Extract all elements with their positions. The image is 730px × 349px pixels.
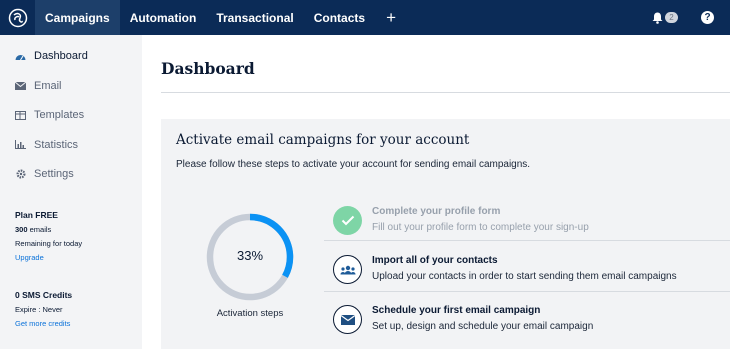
sms-expire: Expire : Never <box>15 305 63 314</box>
top-right-actions: 2 ? <box>652 0 730 35</box>
sms-credits-title: 0 SMS Credits <box>15 290 73 300</box>
step-import-contacts[interactable]: Import all of your contacts Upload your … <box>324 245 730 295</box>
plan-info: Plan FREE 300 emails Remaining for today… <box>15 210 135 262</box>
get-more-credits-link[interactable]: Get more credits <box>15 319 135 328</box>
check-icon <box>333 206 362 235</box>
sidebar-item-label: Email <box>34 79 62 92</box>
step-title: Schedule your first email campaign <box>372 305 541 316</box>
sidebar-item-templates[interactable]: Templates <box>0 101 142 131</box>
envelope-icon <box>15 80 26 91</box>
sidebar-item-label: Dashboard <box>34 50 88 63</box>
add-button[interactable]: + <box>375 0 407 35</box>
notification-count-badge: 2 <box>665 12 678 23</box>
nav-transactional[interactable]: Transactional <box>206 0 303 35</box>
sms-info: 0 SMS Credits Expire : Never Get more cr… <box>15 290 135 328</box>
dashboard-icon <box>15 51 26 62</box>
plan-emails: 300 emails <box>15 225 52 234</box>
step-desc: Set up, design and schedule your email c… <box>372 321 594 332</box>
divider <box>161 92 730 93</box>
plan-remaining: Remaining for today <box>15 239 83 248</box>
card-title: Activate email campaigns for your accoun… <box>176 132 470 148</box>
help-icon[interactable]: ? <box>701 11 714 24</box>
sidebar-item-settings[interactable]: Settings <box>0 160 142 190</box>
top-nav: Campaigns Automation Transactional Conta… <box>0 0 730 35</box>
step-complete-profile[interactable]: Complete your profile form Fill out your… <box>324 196 730 246</box>
sidebar-item-label: Settings <box>34 168 74 181</box>
step-divider <box>324 291 730 292</box>
upgrade-link[interactable]: Upgrade <box>15 253 135 262</box>
step-desc: Upload your contacts in order to start s… <box>372 271 677 282</box>
sidebar-item-email[interactable]: Email <box>0 71 142 101</box>
card-subtitle: Please follow these steps to activate yo… <box>176 159 531 170</box>
notifications-button[interactable]: 2 <box>652 12 678 24</box>
plan-title: Plan FREE <box>15 210 58 220</box>
bell-icon <box>652 12 663 24</box>
templates-icon <box>15 110 26 121</box>
step-schedule-campaign[interactable]: Schedule your first email campaign Set u… <box>324 295 730 345</box>
sidebar-item-label: Templates <box>34 109 85 122</box>
sidebar-item-label: Statistics <box>34 138 79 151</box>
nav-campaigns[interactable]: Campaigns <box>35 0 120 35</box>
progress-percent: 33% <box>236 248 264 263</box>
gear-icon <box>15 169 26 180</box>
step-desc: Fill out your profile form to complete y… <box>372 222 589 233</box>
nav-contacts[interactable]: Contacts <box>304 0 375 35</box>
progress-caption: Activation steps <box>216 308 284 319</box>
page-title: Dashboard <box>161 59 255 78</box>
brand-logo-icon[interactable] <box>0 0 35 35</box>
sidebar-item-statistics[interactable]: Statistics <box>0 130 142 160</box>
step-title: Import all of your contacts <box>372 255 498 266</box>
sidebar-item-dashboard[interactable]: Dashboard <box>0 42 142 72</box>
step-divider <box>324 240 730 241</box>
nav-automation[interactable]: Automation <box>120 0 207 35</box>
contacts-icon <box>333 255 362 284</box>
step-title: Complete your profile form <box>372 206 501 217</box>
bar-chart-icon <box>15 139 26 150</box>
envelope-icon <box>333 305 362 334</box>
sidebar: Dashboard Email Templates Statistics Set… <box>0 35 142 349</box>
activation-card: Activate email campaigns for your accoun… <box>161 119 730 349</box>
